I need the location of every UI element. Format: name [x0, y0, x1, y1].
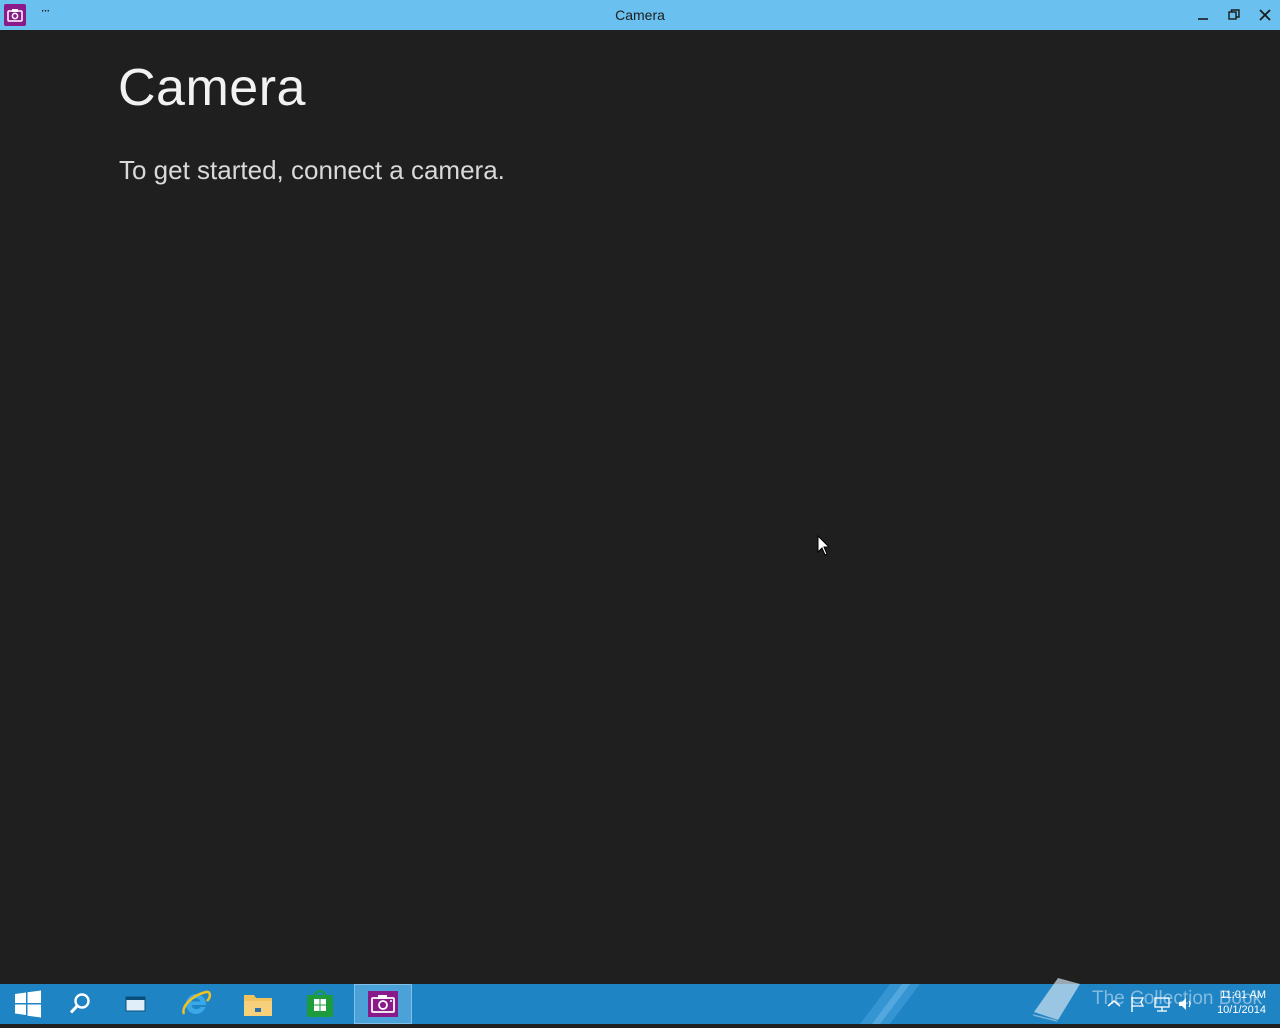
start-button[interactable] [0, 984, 56, 1024]
system-clock[interactable]: 11:01 AM 10/1/2014 [1200, 988, 1266, 1018]
title-bar: ··· Camera [0, 0, 1280, 30]
close-button[interactable] [1250, 0, 1280, 30]
connect-camera-message: To get started, connect a camera. [119, 155, 505, 185]
clock-date: 10/1/2014 [1217, 1004, 1266, 1016]
taskbar-stripe [860, 984, 920, 1024]
store-icon[interactable] [292, 984, 348, 1024]
window-title: Camera [615, 7, 665, 23]
network-icon[interactable] [1152, 994, 1172, 1014]
clock-time: 11:01 AM [1220, 989, 1266, 1001]
volume-icon[interactable] [1176, 994, 1196, 1014]
camera-taskbar-button[interactable] [354, 984, 412, 1024]
minimize-button[interactable] [1188, 0, 1218, 30]
task-view-icon[interactable] [108, 984, 164, 1024]
page-title: Camera [118, 59, 306, 117]
show-hidden-icons-chevron-icon[interactable] [1104, 994, 1124, 1014]
action-center-flag-icon[interactable] [1128, 994, 1148, 1014]
internet-explorer-icon[interactable] [168, 984, 224, 1024]
mouse-cursor-icon [817, 534, 831, 561]
search-icon[interactable] [52, 984, 108, 1024]
restore-button[interactable] [1219, 0, 1249, 30]
file-explorer-icon[interactable] [230, 984, 286, 1024]
